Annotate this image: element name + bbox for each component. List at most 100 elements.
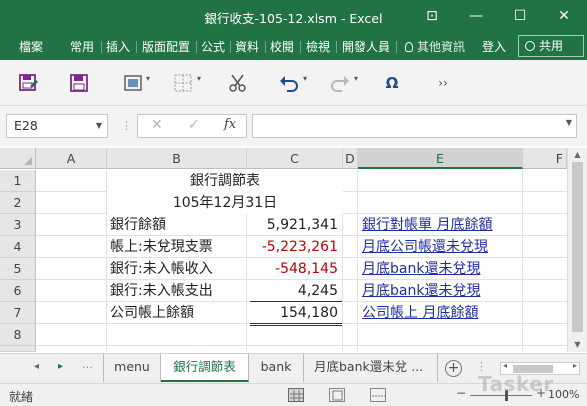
borders-dropdown-arrow[interactable]: ▾ bbox=[197, 74, 201, 83]
column-header-a[interactable]: A bbox=[36, 148, 107, 169]
column-header-d[interactable]: D bbox=[343, 148, 358, 169]
cell-e6-link[interactable]: 月底bank還未兌現 bbox=[358, 280, 523, 302]
select-all-button[interactable] bbox=[0, 148, 36, 169]
name-box[interactable]: E28 ▼ bbox=[6, 114, 108, 138]
tab-home[interactable]: 常用 bbox=[70, 38, 94, 55]
share-button[interactable]: 共用 bbox=[518, 35, 584, 57]
tab-page-layout[interactable]: 版面配置 bbox=[142, 38, 190, 55]
chevron-down-icon[interactable]: ▼ bbox=[96, 115, 102, 137]
layout-icon[interactable] bbox=[122, 72, 144, 94]
add-sheet-icon[interactable]: + bbox=[445, 360, 462, 377]
scroll-sheets-right-icon[interactable]: ▸ bbox=[58, 361, 63, 372]
sheet-tab-bank[interactable]: bank bbox=[249, 354, 304, 382]
sheet-tab-menu[interactable]: menu bbox=[103, 354, 161, 382]
cell-b7[interactable]: 公司帳上餘額 bbox=[107, 302, 247, 324]
tab-view[interactable]: 檢視 bbox=[306, 38, 330, 55]
cell-c4[interactable]: -5,223,261 bbox=[247, 236, 343, 258]
scroll-thumb[interactable] bbox=[572, 162, 583, 332]
scroll-sheets-left-icon[interactable]: ◂ bbox=[34, 361, 39, 372]
row-header-9[interactable] bbox=[0, 346, 36, 352]
row-header-6[interactable]: 6 bbox=[0, 280, 36, 302]
undo-icon[interactable] bbox=[278, 72, 300, 94]
tab-insert[interactable]: 插入 bbox=[106, 38, 130, 55]
normal-view-icon[interactable] bbox=[288, 388, 304, 402]
layout-dropdown-arrow[interactable]: ▾ bbox=[146, 74, 150, 83]
column-header-e[interactable]: E bbox=[358, 148, 523, 169]
cell-b4[interactable]: 帳上:未兌現支票 bbox=[107, 236, 247, 258]
column-header-b[interactable]: B bbox=[107, 148, 247, 169]
status-ready: 就緒 bbox=[9, 390, 34, 404]
maximize-button[interactable]: ☐ bbox=[498, 0, 542, 32]
tab-developer[interactable]: 開發人員 bbox=[342, 38, 390, 55]
save-as-icon[interactable] bbox=[17, 72, 39, 94]
cell-c5[interactable]: -548,145 bbox=[247, 258, 343, 280]
scroll-up-icon[interactable]: ▲ bbox=[572, 150, 583, 159]
more-sheets-icon[interactable]: … bbox=[82, 358, 93, 371]
redo-dropdown-arrow[interactable]: ▾ bbox=[354, 74, 358, 83]
insert-function-icon[interactable]: fx bbox=[224, 117, 236, 132]
row-header-5[interactable]: 5 bbox=[0, 258, 36, 280]
cancel-icon[interactable]: ✕ bbox=[151, 117, 163, 133]
sheet-tab-bank-reconciliation[interactable]: 銀行調節表 bbox=[161, 354, 249, 382]
tab-separator bbox=[300, 41, 301, 53]
gridline bbox=[36, 345, 567, 346]
row-header-8[interactable]: 8 bbox=[0, 324, 36, 346]
title-bar: 銀行收支-105-12.xlsm - Excel ⊡ — ☐ ✕ bbox=[0, 0, 587, 32]
tab-separator bbox=[265, 41, 266, 53]
row-header-2[interactable]: 2 bbox=[0, 192, 36, 214]
scroll-left-icon[interactable]: ◂ bbox=[503, 361, 507, 370]
cell-c7[interactable]: 154,180 bbox=[247, 302, 343, 324]
enter-icon[interactable]: ✓ bbox=[188, 117, 200, 133]
tab-file[interactable]: 檔案 bbox=[19, 38, 43, 55]
undo-dropdown-arrow[interactable]: ▾ bbox=[303, 74, 307, 83]
column-header-f[interactable]: F bbox=[523, 148, 567, 169]
row-header-7[interactable]: 7 bbox=[0, 302, 36, 324]
row-header-3[interactable]: 3 bbox=[0, 214, 36, 236]
expand-formula-icon[interactable]: ▼ bbox=[566, 118, 572, 127]
sheet-tab-month-end-bank[interactable]: 月底bank還未兌 ... bbox=[304, 354, 438, 382]
page-layout-view-icon[interactable] bbox=[329, 388, 345, 402]
page-break-preview-icon[interactable] bbox=[370, 388, 386, 402]
tab-data[interactable]: 資料 bbox=[235, 38, 259, 55]
cell-b2[interactable]: 105年12月31日 bbox=[107, 192, 343, 214]
cell-c3[interactable]: 5,921,341 bbox=[247, 214, 343, 236]
borders-icon[interactable] bbox=[172, 72, 194, 94]
save-icon[interactable] bbox=[68, 72, 90, 94]
cell-e4-link[interactable]: 月底公司帳還未兌現 bbox=[358, 236, 523, 258]
cell-b6[interactable]: 銀行:未入帳支出 bbox=[107, 280, 247, 302]
tab-separator bbox=[196, 41, 197, 53]
tab-separator bbox=[101, 41, 102, 53]
formula-bar: E28 ▼ ⋮ ✕ ✓ fx ▼ bbox=[0, 106, 587, 146]
cell-e7-link[interactable]: 公司帳上 月底餘額 bbox=[358, 302, 523, 324]
symbol-icon[interactable]: Ω bbox=[381, 72, 403, 94]
zoom-out-icon[interactable]: − bbox=[456, 386, 466, 400]
cut-icon[interactable] bbox=[227, 72, 249, 94]
redo-icon[interactable] bbox=[329, 72, 351, 94]
more-commands-icon[interactable]: ›› bbox=[432, 72, 454, 94]
tab-formulas[interactable]: 公式 bbox=[201, 38, 225, 55]
tab-separator bbox=[230, 41, 231, 53]
vertical-scrollbar[interactable]: ▲ ▼ bbox=[567, 148, 587, 352]
cell-b5[interactable]: 銀行:未入帳收入 bbox=[107, 258, 247, 280]
cell-c6[interactable]: 4,245 bbox=[247, 280, 343, 302]
close-button[interactable]: ✕ bbox=[542, 0, 586, 32]
tab-separator bbox=[136, 41, 137, 53]
ribbon-display-options-icon[interactable]: ⊡ bbox=[410, 0, 454, 32]
sign-in-link[interactable]: 登入 bbox=[482, 38, 506, 55]
column-header-c[interactable]: C bbox=[247, 148, 343, 169]
minimize-button[interactable]: — bbox=[454, 0, 498, 32]
cell-e5-link[interactable]: 月底bank還未兌現 bbox=[358, 258, 523, 280]
row-header-1[interactable]: 1 bbox=[0, 170, 36, 192]
row-header-4[interactable]: 4 bbox=[0, 236, 36, 258]
tell-me-search[interactable]: 其他資訊 bbox=[405, 38, 465, 55]
worksheet-grid[interactable]: A B C D E F 1 2 3 4 5 6 7 8 銀行調節表 105年12… bbox=[0, 148, 587, 352]
scroll-down-icon[interactable]: ▼ bbox=[572, 340, 583, 349]
formula-input[interactable]: ▼ bbox=[252, 114, 577, 138]
cell-e3-link[interactable]: 銀行對帳單 月底餘額 bbox=[358, 214, 523, 236]
cell-b3[interactable]: 銀行餘額 bbox=[107, 214, 247, 236]
tab-review[interactable]: 校閱 bbox=[270, 38, 294, 55]
cell-b1[interactable]: 銀行調節表 bbox=[107, 170, 343, 192]
scroll-right-icon[interactable]: ▸ bbox=[573, 361, 577, 370]
double-underline-bottom bbox=[250, 325, 342, 326]
drag-handle-icon[interactable]: ⋮ bbox=[121, 119, 132, 132]
